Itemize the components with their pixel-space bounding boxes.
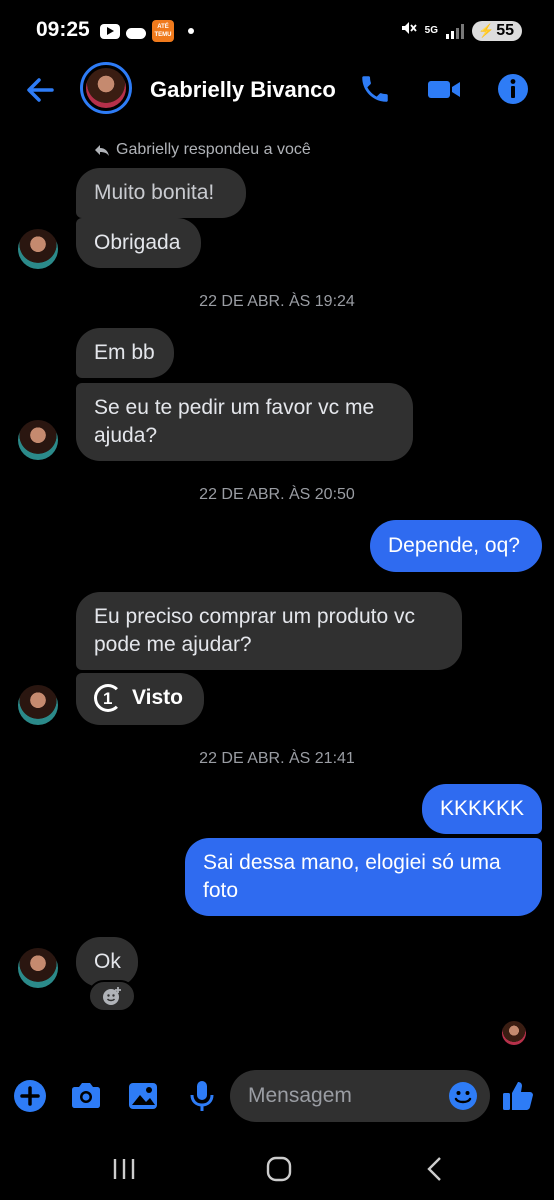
gallery-icon[interactable] [125, 1078, 161, 1114]
message-text: Se eu te pedir um favor vc me ajuda? [94, 396, 375, 447]
system-icons: 5G ⚡ 55 [399, 19, 522, 42]
mute-icon [399, 19, 417, 42]
reply-note-text: Gabrielly respondeu a você [116, 141, 311, 158]
message-placeholder: Mensagem [248, 1084, 352, 1107]
clock: 09:25 [36, 18, 90, 41]
message-text: Muito bonita! [94, 181, 215, 204]
message-bubble-incoming[interactable]: Obrigada [76, 218, 201, 268]
timestamp: 22 DE ABR. ÀS 20:50 [199, 486, 355, 503]
cloud-icon [126, 27, 146, 39]
plus-icon[interactable] [12, 1078, 48, 1114]
network-type: 5G [424, 24, 439, 36]
add-reaction-button[interactable] [88, 980, 136, 1012]
camera-icon[interactable] [68, 1078, 104, 1114]
back-arrow-icon[interactable] [22, 70, 62, 110]
battery-indicator: ⚡ 55 [472, 20, 522, 41]
more-notifications-dot [188, 28, 194, 34]
timestamp: 22 DE ABR. ÀS 19:24 [199, 293, 355, 310]
contact-avatar-small[interactable] [18, 685, 58, 725]
message-input[interactable]: Mensagem [230, 1070, 490, 1122]
message-text: KKKKKK [440, 797, 525, 820]
temu-icon: ATÉ TEMU [152, 20, 174, 42]
message-bubble-outgoing[interactable]: Depende, oq? [370, 520, 542, 572]
contact-avatar-small[interactable] [18, 948, 58, 988]
message-text: Visto [132, 686, 183, 709]
message-bubble-incoming[interactable]: Em bb [76, 328, 174, 378]
recent-apps-icon[interactable] [110, 1154, 140, 1184]
chat-header: Gabrielly Bivanco [0, 60, 554, 120]
contact-avatar[interactable] [80, 62, 132, 114]
thumbs-up-icon[interactable] [500, 1078, 536, 1114]
add-reaction-icon [103, 987, 121, 1005]
battery-level: 55 [496, 21, 514, 39]
message-text: Sai dessa mano, elogiei só uma foto [203, 851, 501, 902]
video-camera-icon[interactable] [426, 72, 460, 106]
message-composer: Mensagem [0, 1068, 554, 1126]
signal-icon [446, 23, 465, 39]
timestamp: 22 DE ABR. ÀS 21:41 [199, 750, 355, 767]
view-once-icon [94, 684, 122, 713]
message-text: Ok [94, 950, 121, 973]
seen-indicator-avatar [502, 1021, 526, 1045]
message-bubble-incoming[interactable]: Se eu te pedir um favor vc me ajuda? [76, 383, 413, 461]
charging-icon: ⚡ [478, 22, 495, 38]
contact-name[interactable]: Gabrielly Bivanco [150, 77, 336, 103]
system-navigation-bar [0, 1140, 554, 1200]
back-icon[interactable] [420, 1154, 450, 1184]
info-icon[interactable] [496, 72, 530, 106]
message-text: Em bb [94, 341, 155, 364]
contact-avatar-small[interactable] [18, 229, 58, 269]
message-bubble-incoming[interactable]: Muito bonita! [76, 168, 246, 218]
status-bar: 09:25 ATÉ TEMU 5G ⚡ 55 [0, 0, 554, 60]
view-once-bubble[interactable]: Visto [76, 673, 204, 725]
youtube-icon [100, 23, 120, 39]
message-bubble-outgoing[interactable]: Sai dessa mano, elogiei só uma foto [185, 838, 542, 916]
contact-avatar-small[interactable] [18, 420, 58, 460]
emoji-icon[interactable] [448, 1081, 478, 1111]
message-text: Obrigada [94, 231, 181, 254]
notification-icons: ATÉ TEMU [100, 20, 194, 42]
message-text: Eu preciso comprar um produto vc pode me… [94, 605, 415, 656]
message-bubble-incoming[interactable]: Eu preciso comprar um produto vc pode me… [76, 592, 462, 670]
microphone-icon[interactable] [184, 1078, 220, 1114]
home-icon[interactable] [264, 1154, 294, 1184]
reply-icon [95, 145, 109, 156]
reply-note: Gabrielly respondeu a você [94, 141, 311, 159]
message-text: Depende, oq? [388, 534, 520, 557]
phone-icon[interactable] [358, 72, 392, 106]
message-bubble-outgoing[interactable]: KKKKKK [422, 784, 542, 834]
